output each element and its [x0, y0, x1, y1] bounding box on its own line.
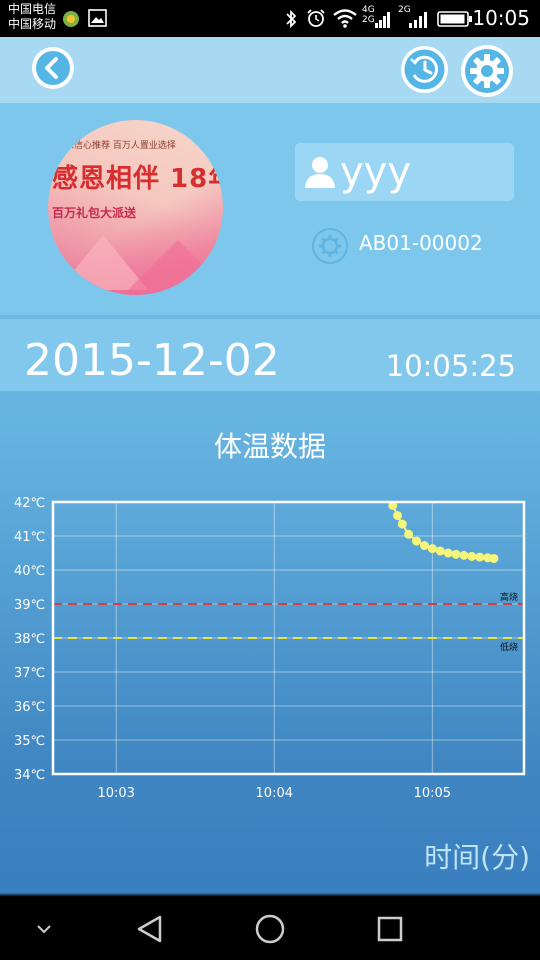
network-type-2: 2G: [362, 15, 375, 25]
y-tick-label: 36℃: [14, 700, 45, 715]
signal-2-icon: [409, 12, 427, 28]
threshold-label: 高烧: [500, 591, 518, 603]
y-tick-label: 37℃: [14, 666, 45, 681]
alarm-icon: [307, 9, 325, 27]
device-gear-icon: [312, 228, 348, 264]
temperature-point: [443, 548, 453, 558]
history-button[interactable]: [401, 46, 448, 93]
device-id: AB01-00002: [359, 231, 483, 255]
home-nav-button[interactable]: [248, 897, 292, 960]
square-recents-icon: [377, 916, 403, 941]
avatar-text-line: 感恩相伴 18年: [52, 164, 223, 194]
settings-button[interactable]: [461, 45, 513, 97]
temperature-point: [475, 552, 485, 562]
temperature-point: [393, 511, 403, 521]
y-tick-label: 39℃: [14, 598, 45, 613]
chevron-down-icon: [37, 924, 51, 933]
y-tick-label: 41℃: [14, 530, 45, 545]
y-tick-label: 42℃: [14, 496, 45, 511]
battery-icon: [437, 11, 472, 27]
status-clock: 10:05: [472, 6, 530, 30]
history-icon: [404, 49, 445, 90]
back-nav-button[interactable]: [128, 897, 172, 960]
temperature-point: [412, 536, 422, 546]
navigation-bar: [0, 897, 540, 960]
recents-nav-button[interactable]: [368, 897, 412, 960]
current-date: 2015-12-02: [24, 335, 280, 386]
user-name: yyy: [340, 149, 412, 195]
x-tick-label: 10:05: [414, 786, 451, 801]
temperature-point: [489, 553, 499, 563]
circle-home-icon: [255, 914, 285, 943]
temperature-point: [451, 549, 461, 559]
triangle-back-icon: [137, 915, 162, 942]
y-tick-label: 35℃: [14, 734, 45, 749]
carrier-1: 中国电信: [8, 2, 57, 16]
x-tick-label: 10:04: [256, 786, 293, 801]
avatar-text-line: 代人信心推荐 百万人置业选择: [56, 141, 176, 151]
chevron-left-icon: [36, 51, 70, 85]
user-name-box: yyy: [295, 143, 514, 201]
chart-title: 体温数据: [213, 430, 326, 463]
hide-keyboard-button[interactable]: [24, 897, 64, 960]
y-tick-label: 40℃: [14, 564, 45, 579]
avatar-decoration: [118, 240, 223, 295]
signal-1-network: 4G 2G: [362, 5, 375, 25]
datetime-row: 2015-12-02 10:05:25: [0, 319, 540, 391]
x-axis-unit-label: 时间(分): [424, 841, 530, 874]
bluetooth-icon: [286, 9, 297, 29]
current-time: 10:05:25: [385, 349, 516, 383]
image-notification-icon: [88, 9, 107, 27]
avatar-text-line: 百万礼包大派送: [52, 206, 137, 220]
signal-1-icon: [375, 12, 390, 28]
carrier-names: 中国电信 中国移动: [8, 2, 56, 32]
app-notification-icon: [63, 11, 79, 27]
user-icon: [305, 157, 335, 188]
temperature-point: [404, 529, 414, 539]
network-type-1: 4G: [362, 5, 375, 15]
profile-section: 代人信心推荐 百万人置业选择 感恩相伴 18年 百万礼包大派送 yyy AB01…: [0, 103, 540, 315]
temperature-point: [467, 551, 477, 561]
temperature-point: [435, 546, 445, 556]
y-tick-label: 34℃: [14, 768, 45, 783]
y-tick-label: 38℃: [14, 632, 45, 647]
temperature-chart: 34℃ 35℃ 36℃ 37℃ 38℃ 39℃ 40℃ 41℃ 42℃ 10:03 10:04 10:…: [14, 496, 526, 801]
temperature-point: [459, 550, 469, 560]
gear-icon: [465, 49, 509, 93]
x-tick-label: 10:03: [97, 786, 134, 801]
status-bar: 中国电信 中国移动 4G 2G 2G 10:05: [0, 0, 540, 37]
wifi-icon: [333, 9, 357, 28]
carrier-2: 中国移动: [8, 17, 57, 31]
back-button[interactable]: [32, 47, 74, 89]
app-header: [0, 37, 540, 103]
threshold-label: 低烧: [500, 641, 518, 653]
avatar[interactable]: 代人信心推荐 百万人置业选择 感恩相伴 18年 百万礼包大派送: [48, 120, 223, 295]
temperature-point: [427, 544, 437, 554]
temperature-point: [397, 519, 407, 529]
temperature-point: [419, 541, 429, 551]
